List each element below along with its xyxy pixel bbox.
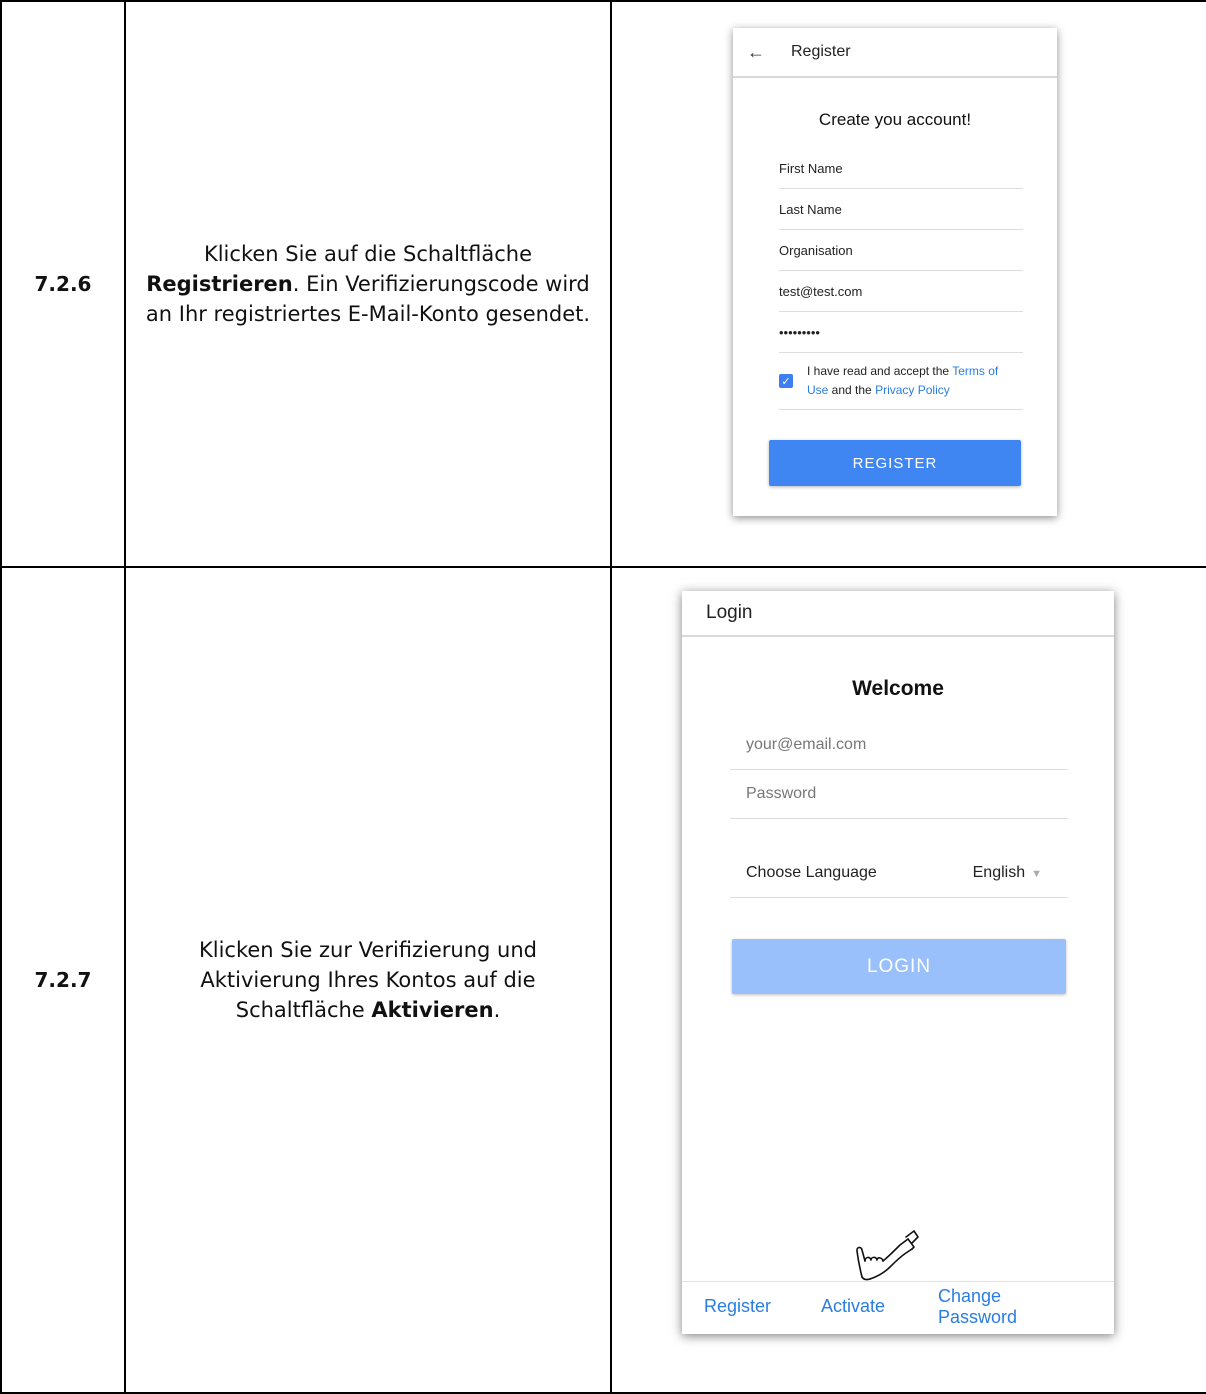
description-bold: Aktivieren [371,998,494,1022]
register-screenshot: ← Register Create you account! First Nam… [733,28,1057,516]
nav-change-password-link[interactable]: Change Password [938,1286,1017,1328]
change-password-line2: Password [938,1307,1018,1327]
language-value: English [972,864,1026,881]
change-password-line1: Change [938,1286,1002,1306]
email-input[interactable]: your@email.com [730,721,1068,770]
login-button[interactable]: LOGIN [732,939,1066,994]
bottom-nav [682,1281,1114,1282]
register-heading: Create you account! [818,110,972,129]
privacy-policy-link[interactable]: Privacy Policy [875,383,950,397]
step-description-cell: Klicken Sie zur Verifizierung und Aktivi… [124,566,612,1394]
description-text: Klicken Sie auf die Schaltfläche [203,242,533,266]
terms-checkbox[interactable]: ✓ [779,374,793,388]
table-row: 7.2.7 Klicken Sie zur Verifizierung und … [0,566,1206,1394]
password-input[interactable]: Password [730,770,1068,819]
table-row: 7.2.6 Klicken Sie auf die Schaltfläche R… [0,0,1206,568]
arrow-left-icon[interactable]: ← [747,42,767,63]
register-fields: First Name Last Name Organisation test@t… [733,148,1057,353]
nav-activate-link[interactable]: Activate [821,1296,885,1317]
register-app-bar: ← Register [733,28,1057,78]
language-select[interactable]: English ▼ [973,864,1042,882]
screenshot-cell: Login Welcome your@email.com Password Ch… [610,566,1206,1394]
password-field[interactable]: ••••••••• [779,312,1023,353]
chevron-down-icon: ▼ [1031,868,1042,880]
login-heading: Welcome [852,677,944,700]
last-name-field[interactable]: Last Name [779,189,1023,230]
step-number: 7.2.7 [0,566,126,1394]
description-bold: Registrieren [146,272,293,296]
instruction-table: 7.2.6 Klicken Sie auf die Schaltfläche R… [0,0,1206,1394]
login-title: Login [706,602,753,623]
login-app-bar: Login [682,591,1114,637]
email-field[interactable]: test@test.com [779,271,1023,312]
step-number: 7.2.6 [0,0,126,568]
language-row: Choose Language English ▼ [730,849,1068,898]
terms-mid: and the [828,383,876,397]
nav-register-link[interactable]: Register [704,1296,771,1317]
register-button[interactable]: REGISTER [769,440,1021,486]
step-description: Klicken Sie zur Verifizierung und Aktivi… [126,935,610,1025]
description-text-after: . [493,998,501,1022]
login-fields: your@email.com Password [682,721,1114,819]
language-label: Choose Language [746,864,877,881]
organisation-field[interactable]: Organisation [779,230,1023,271]
terms-row: ✓ I have read and accept the Terms of Us… [779,353,1023,410]
terms-text: I have read and accept the Terms of Use … [807,362,1007,400]
screenshot-cell: ← Register Create you account! First Nam… [610,0,1206,568]
terms-prefix: I have read and accept the [807,364,953,378]
pointing-hand-icon [856,1230,919,1281]
step-description: Klicken Sie auf die Schaltfläche Registr… [126,239,610,329]
step-description-cell: Klicken Sie auf die Schaltfläche Registr… [124,0,612,568]
first-name-field[interactable]: First Name [779,148,1023,189]
login-screenshot: Login Welcome your@email.com Password Ch… [682,591,1114,1334]
register-title: Register [791,43,851,60]
